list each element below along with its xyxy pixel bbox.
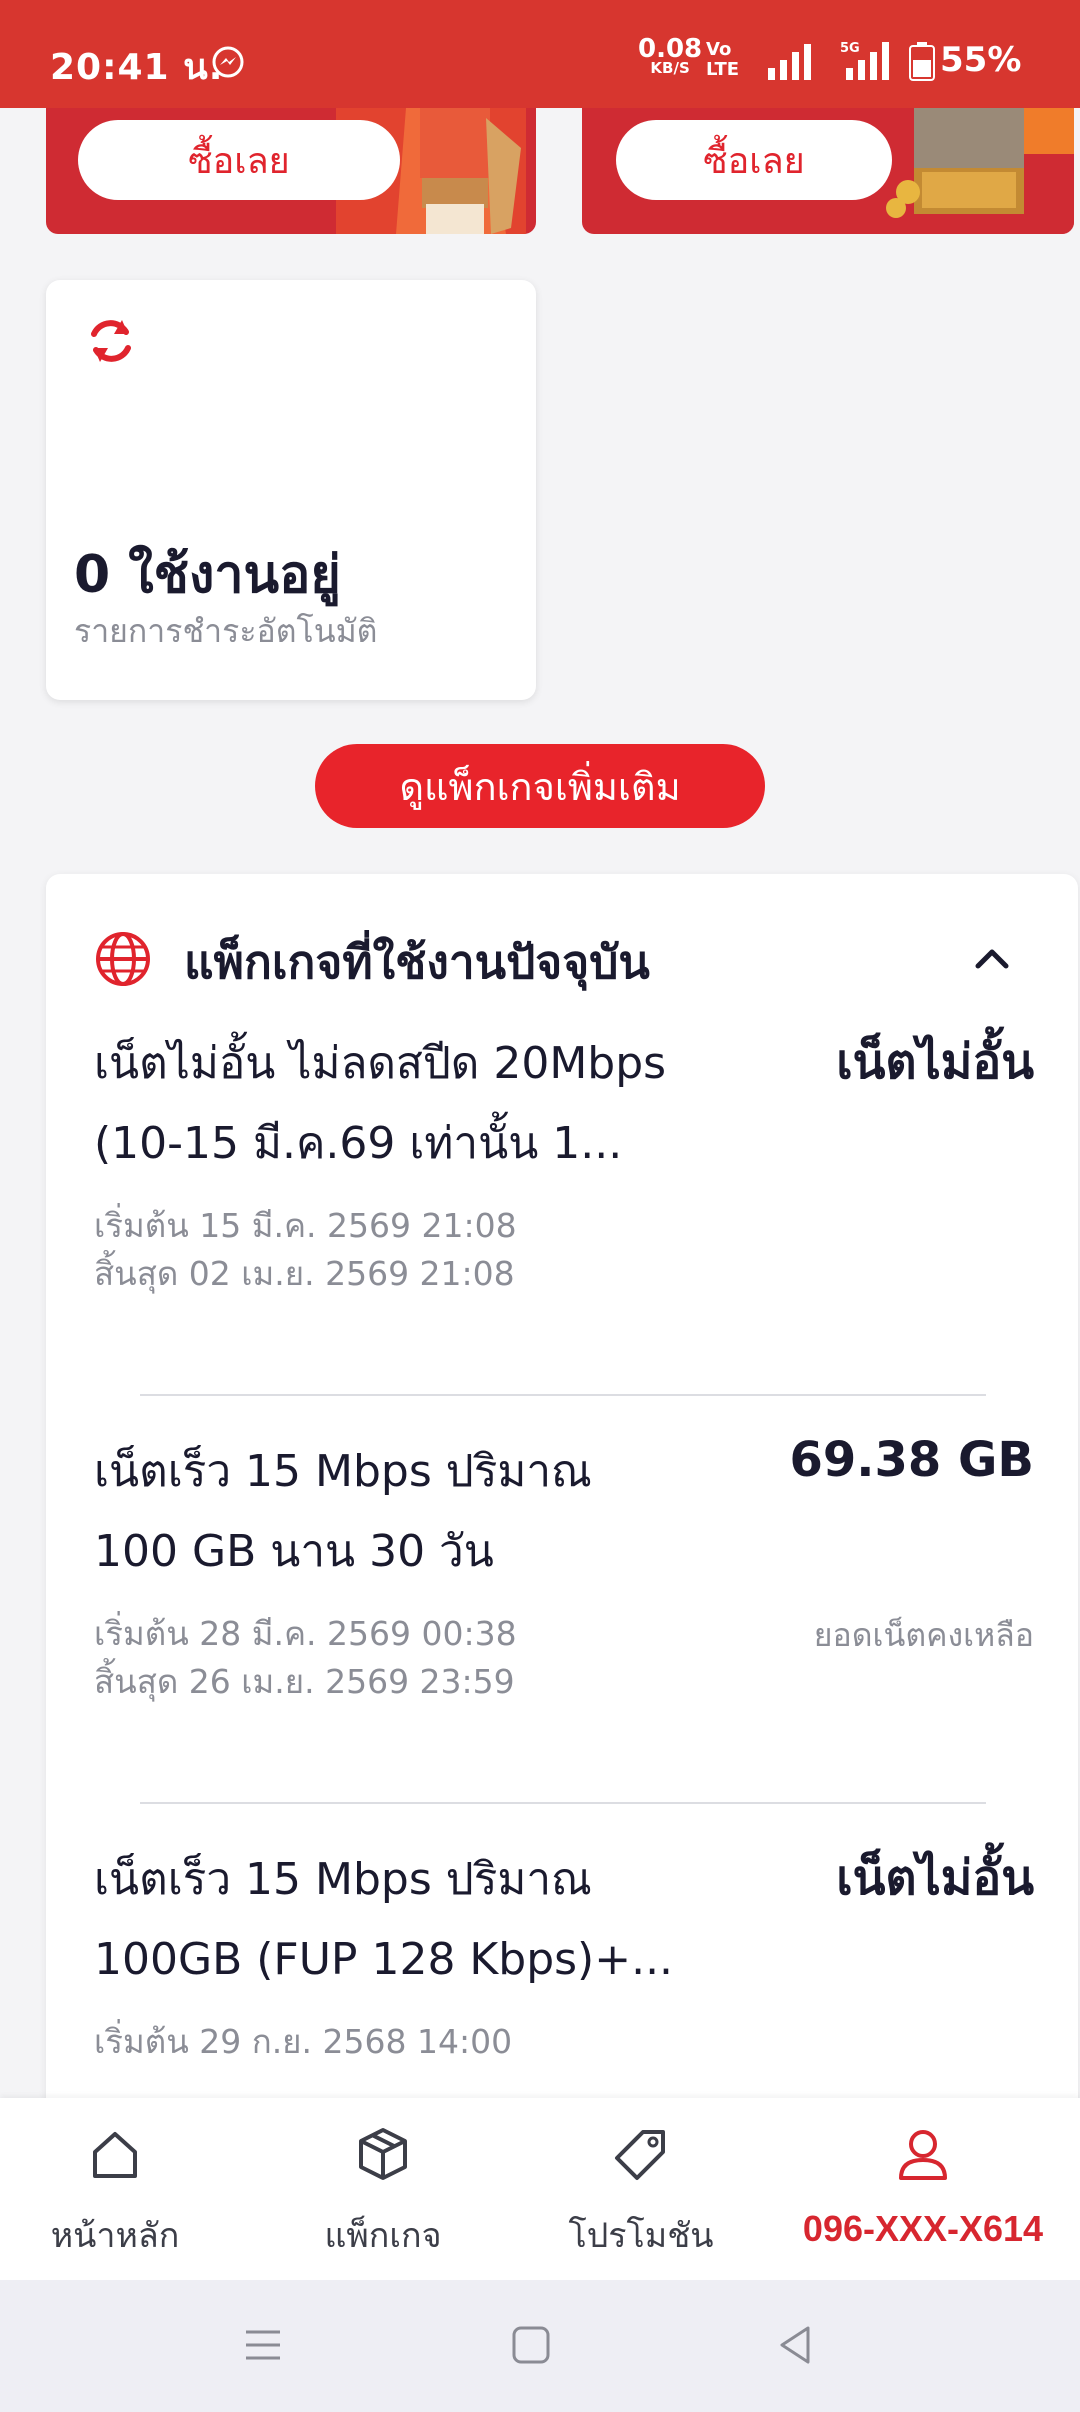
signal-icon	[768, 44, 811, 80]
autopay-count: 0 ใช้งานอยู่	[74, 545, 341, 605]
autopay-label: รายการชำระอัตโนมัติ	[74, 612, 378, 650]
package-dates: เริ่มต้น 29 ก.ย. 2568 14:00	[94, 2022, 513, 2061]
remaining-data-label: ยอดเน็ตคงเหลือ	[813, 1616, 1034, 1654]
promo-treasure-image	[874, 108, 1074, 234]
svg-text:5G: 5G	[840, 41, 860, 56]
package-value: เน็ตไม่อั้น	[836, 1850, 1034, 1906]
package-value: เน็ตไม่อั้น	[836, 1034, 1034, 1090]
bottom-nav: หน้าหลัก แพ็กเกจ โปรโมชัน 096-XXX-X614	[0, 2098, 1080, 2280]
package-dates: เริ่มต้น 28 มี.ค. 2569 00:38 สิ้นสุด 26 …	[94, 1614, 517, 1701]
system-nav-bar	[0, 2280, 1080, 2412]
nav-promotions[interactable]: โปรโมชัน	[506, 2098, 776, 2280]
net-speed: 0.08 KB/S	[638, 34, 703, 77]
package-name: เน็ตเร็ว 15 Mbps ปริมาณ 100 GB นาน 30 วั…	[94, 1446, 592, 1577]
status-time: 20:41 น.	[50, 47, 224, 88]
promo-card[interactable]: ซื้อเลย	[582, 108, 1074, 234]
globe-icon	[96, 932, 150, 986]
package-value: 69.38 GB	[789, 1432, 1034, 1488]
user-icon	[899, 2130, 947, 2180]
sync-icon	[91, 320, 131, 362]
nav-promotions-label: โปรโมชัน	[568, 2216, 714, 2256]
package-dates: เริ่มต้น 15 มี.ค. 2569 21:08 สิ้นสุด 02 …	[94, 1206, 517, 1293]
buy-now-button[interactable]: ซื้อเลย	[616, 120, 892, 200]
home-icon	[93, 2132, 137, 2178]
nav-account-label: 096-XXX-X614	[802, 2208, 1044, 2249]
package-icon	[359, 2128, 407, 2180]
divider	[140, 1802, 986, 1804]
nav-packages[interactable]: แพ็กเกจ	[248, 2098, 518, 2280]
package-name: เน็ตเร็ว 15 Mbps ปริมาณ 100GB (FUP 128 K…	[94, 1854, 674, 1985]
chevron-up-icon[interactable]	[970, 936, 1014, 980]
nav-packages-label: แพ็กเกจ	[324, 2216, 442, 2256]
5g-signal-icon: 5G	[840, 41, 889, 80]
battery-icon	[909, 42, 935, 81]
divider	[140, 1394, 986, 1396]
package-item[interactable]: เน็ตเร็ว 15 Mbps ปริมาณ 100GB (FUP 128 K…	[94, 1840, 1034, 2100]
messenger-icon	[212, 46, 244, 78]
buy-now-button[interactable]: ซื้อเลย	[78, 120, 400, 200]
autopay-card[interactable]: 0 ใช้งานอยู่ รายการชำระอัตโนมัติ	[46, 280, 536, 700]
tag-icon	[615, 2130, 665, 2180]
active-packages-title: แพ็กเกจที่ใช้งานปัจจุบัน	[184, 935, 650, 989]
package-name: เน็ตไม่อั้น ไม่ลดสปีด 20Mbps (10-15 มี.ค…	[94, 1038, 667, 1169]
package-item[interactable]: เน็ตไม่อั้น ไม่ลดสปีด 20Mbps (10-15 มี.ค…	[94, 1024, 1034, 1293]
more-packages-button[interactable]: ดูแพ็กเกจเพิ่มเติม	[315, 744, 765, 828]
recent-apps-icon[interactable]	[240, 2322, 286, 2368]
nav-account[interactable]: 096-XXX-X614	[788, 2098, 1058, 2280]
promo-card[interactable]: ซื้อเลย	[46, 108, 536, 234]
package-item[interactable]: เน็ตเร็ว 15 Mbps ปริมาณ 100 GB นาน 30 วั…	[94, 1432, 1034, 1701]
active-packages-card: แพ็กเกจที่ใช้งานปัจจุบัน เน็ตไม่อั้น ไม่…	[46, 874, 1078, 2174]
home-button-icon[interactable]	[508, 2322, 554, 2368]
volte-indicator: Vo LTE	[706, 39, 740, 80]
back-icon[interactable]	[772, 2322, 818, 2368]
nav-home[interactable]: หน้าหลัก	[0, 2098, 250, 2280]
status-bar: 20:41 น. 0.08 KB/S Vo LTE 5G 55%	[0, 0, 1080, 108]
battery-percent: 55%	[940, 40, 1022, 80]
nav-home-label: หน้าหลัก	[50, 2216, 180, 2256]
